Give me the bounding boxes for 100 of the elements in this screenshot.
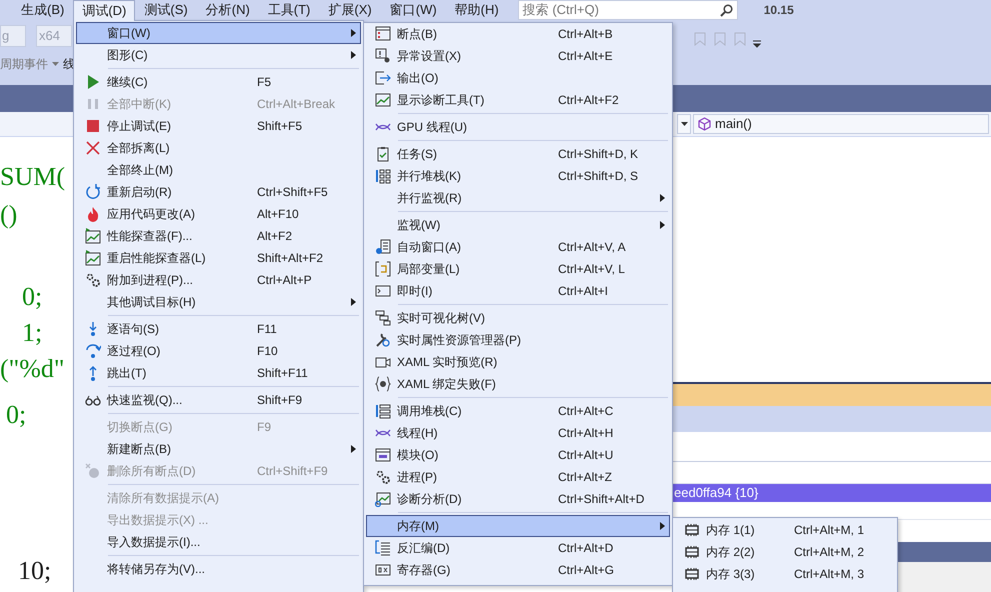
menu-item[interactable]: 新建断点(B) — [76, 438, 361, 460]
menu-item[interactable]: 并行监视(R) — [366, 187, 670, 209]
menu-bar-item[interactable]: 调试(D) — [73, 0, 136, 21]
menu-item[interactable]: 窗口(W) — [76, 22, 361, 44]
breakpoints-icon — [85, 463, 101, 479]
diagnostics-icon — [375, 491, 391, 507]
caret-icon[interactable] — [52, 62, 59, 66]
output-icon — [375, 70, 391, 86]
memory-chip-icon — [684, 566, 700, 582]
disassembly-icon — [375, 540, 391, 556]
register-icon — [375, 562, 391, 578]
parallel-stacks-icon — [375, 168, 391, 184]
menu-item[interactable]: 输出(O) — [366, 67, 670, 89]
menu-item[interactable]: 即时(I) Ctrl+Alt+I — [366, 280, 670, 302]
code-line: ("%d" — [0, 353, 65, 385]
menu-item[interactable]: XAML 绑定失败(F) — [366, 373, 670, 395]
memory-chip-icon — [684, 522, 700, 538]
search-icon — [720, 4, 733, 16]
menu-bar-item[interactable]: 分析(N) — [196, 0, 259, 20]
menu-item[interactable]: 内存 2(2) Ctrl+Alt+M, 2 — [675, 541, 895, 563]
bookmark-icon[interactable] — [713, 32, 727, 46]
bookmark-icon[interactable] — [693, 32, 707, 46]
menu-bar-item[interactable]: 测试(S) — [135, 0, 197, 20]
menu-bar-item[interactable]: 帮助(H) — [446, 0, 508, 20]
menu-item[interactable]: 断点(B) Ctrl+Alt+B — [366, 23, 670, 45]
cube-icon — [698, 117, 711, 131]
menu-item[interactable]: 重启性能探查器(L) Shift+Alt+F2 — [76, 247, 361, 269]
menu-item[interactable]: 异常设置(X) Ctrl+Alt+E — [366, 45, 670, 67]
menu-item[interactable]: 停止调试(E) Shift+F5 — [76, 115, 361, 137]
events-label: 周期事件 — [0, 56, 48, 73]
gear-icon — [375, 469, 391, 485]
menu-item[interactable]: XAML 实时预览(R) — [366, 351, 670, 373]
search-field[interactable]: 搜索 (Ctrl+Q) — [518, 0, 738, 20]
stop-icon — [85, 118, 101, 134]
auto-window-icon — [375, 239, 391, 255]
menu-item[interactable]: 内存 1(1) Ctrl+Alt+M, 1 — [675, 519, 895, 541]
menu-item[interactable]: 线程(H) Ctrl+Alt+H — [366, 422, 670, 444]
overflow-icon[interactable] — [753, 40, 761, 48]
menu-item[interactable]: 自动窗口(A) Ctrl+Alt+V, A — [366, 236, 670, 258]
menu-item[interactable]: 重新启动(R) Ctrl+Shift+F5 — [76, 181, 361, 203]
menu-item[interactable]: 诊断分析(D) Ctrl+Shift+Alt+D — [366, 488, 670, 510]
step-over-icon — [85, 343, 101, 359]
menu-item[interactable]: 跳出(T) Shift+F11 — [76, 362, 361, 384]
menu-item[interactable]: GPU 线程(U) — [366, 116, 670, 138]
play-icon — [85, 74, 101, 90]
code-line: 1; — [22, 317, 42, 349]
menu-item[interactable]: 将转储另存为(V)... — [76, 558, 361, 580]
menu-item[interactable]: 导入数据提示(I)... — [76, 531, 361, 553]
menu-item[interactable]: 快速监视(Q)... Shift+F9 — [76, 389, 361, 411]
code-line: 10; — [18, 555, 52, 587]
module-icon — [375, 447, 391, 463]
menu-item[interactable]: 进程(P) Ctrl+Alt+Z — [366, 466, 670, 488]
menu-item[interactable]: 并行堆栈(K) Ctrl+Shift+D, S — [366, 165, 670, 187]
code-line: SUM( — [0, 161, 66, 193]
menu-item[interactable]: 调用堆栈(C) Ctrl+Alt+C — [366, 400, 670, 422]
menu-bar-item[interactable]: 工具(T) — [258, 0, 320, 20]
menu-item[interactable]: 内存(M) — [366, 515, 670, 537]
menu-item[interactable]: 性能探查器(F)... Alt+F2 — [76, 225, 361, 247]
watch-row[interactable]: eed0ffa94 {10} — [672, 484, 991, 502]
version-label: 10.15 — [764, 2, 794, 19]
chart-icon — [85, 250, 101, 266]
menu-item[interactable]: 逐语句(S) F11 — [76, 318, 361, 340]
menu-item[interactable]: 逐过程(O) F10 — [76, 340, 361, 362]
console-icon — [375, 283, 391, 299]
menu-item[interactable]: 全部拆离(L) — [76, 137, 361, 159]
menu-item[interactable]: 附加到进程(P)... Ctrl+Alt+P — [76, 269, 361, 291]
chart-icon — [375, 92, 391, 108]
menu-bar-item[interactable]: 生成(B) — [12, 0, 74, 20]
flame-icon — [85, 206, 101, 222]
menu-item[interactable]: 全部终止(M) — [76, 159, 361, 181]
menu-item[interactable]: 监视(W) — [366, 214, 670, 236]
function-combo[interactable]: main() — [693, 114, 989, 134]
locals-icon — [375, 261, 391, 277]
gear-icon — [85, 272, 101, 288]
menu-item[interactable]: 任务(S) Ctrl+Shift+D, K — [366, 143, 670, 165]
menu-item[interactable]: 显示诊断工具(T) Ctrl+Alt+F2 — [366, 89, 670, 111]
menu-item[interactable]: 应用代码更改(A) Alt+F10 — [76, 203, 361, 225]
menu-item[interactable]: 模块(O) Ctrl+Alt+U — [366, 444, 670, 466]
bookmark-icon[interactable] — [733, 32, 747, 46]
watch-row[interactable] — [672, 432, 991, 462]
menu-item[interactable]: 反汇编(D) Ctrl+Alt+D — [366, 537, 670, 559]
wrench-icon — [375, 332, 391, 348]
call-stack-icon — [375, 403, 391, 419]
exception-settings-icon — [375, 48, 391, 64]
menu-item[interactable]: 局部变量(L) Ctrl+Alt+V, L — [366, 258, 670, 280]
menu-item[interactable]: 寄存器(G) Ctrl+Alt+G — [366, 559, 670, 581]
braces-icon — [375, 376, 391, 392]
menu-item[interactable]: 其他调试目标(H) — [76, 291, 361, 313]
caret-icon — [680, 122, 688, 126]
menu-bar-item[interactable]: 扩展(X) — [319, 0, 381, 20]
menu-bar-item[interactable]: 窗口(W) — [380, 0, 446, 20]
menu-item[interactable]: 图形(C) — [76, 44, 361, 66]
clipboard-check-icon — [375, 146, 391, 162]
menu-item[interactable]: 继续(C) F5 — [76, 71, 361, 93]
menu-item[interactable]: 实时属性资源管理器(P) — [366, 329, 670, 351]
menu-item[interactable]: 内存 3(3) Ctrl+Alt+M, 3 — [675, 563, 895, 585]
chart-icon — [85, 228, 101, 244]
watch-row[interactable] — [672, 462, 991, 484]
restart-icon — [85, 184, 101, 200]
menu-item[interactable]: 实时可视化树(V) — [366, 307, 670, 329]
